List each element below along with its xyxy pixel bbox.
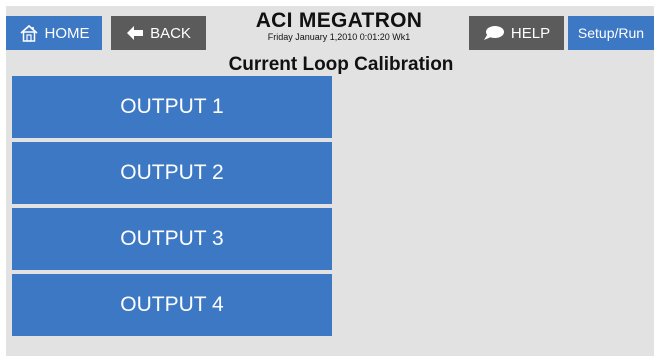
output-1-label: OUTPUT 1 xyxy=(120,95,224,118)
home-button[interactable]: HOME xyxy=(6,16,102,50)
back-button[interactable]: BACK xyxy=(111,16,206,50)
output-2-button[interactable]: OUTPUT 2 xyxy=(12,142,332,204)
output-3-button[interactable]: OUTPUT 3 xyxy=(12,208,332,270)
back-arrow-icon xyxy=(126,25,144,41)
home-label: HOME xyxy=(44,24,90,42)
back-label: BACK xyxy=(150,24,191,42)
output-4-label: OUTPUT 4 xyxy=(120,293,224,316)
home-icon xyxy=(19,24,39,42)
title-block: ACI MEGATRON Friday January 1,2010 0:01:… xyxy=(212,10,466,43)
output-3-label: OUTPUT 3 xyxy=(120,227,224,250)
screen: HOME BACK ACI MEGATRON Friday January 1,… xyxy=(6,6,654,356)
page-title: Current Loop Calibration xyxy=(228,54,454,75)
output-4-button[interactable]: OUTPUT 4 xyxy=(12,274,332,336)
output-2-label: OUTPUT 2 xyxy=(120,161,224,184)
datetime-readout: Friday January 1,2010 0:01:20 Wk1 xyxy=(267,32,411,42)
help-label: HELP xyxy=(510,24,551,42)
speech-bubble-icon xyxy=(483,25,505,41)
setup-run-button[interactable]: Setup/Run xyxy=(568,16,654,50)
setup-run-label: Setup/Run xyxy=(577,25,645,41)
output-1-button[interactable]: OUTPUT 1 xyxy=(12,76,332,138)
help-button[interactable]: HELP xyxy=(469,16,564,50)
app-title: ACI MEGATRON xyxy=(255,9,423,32)
